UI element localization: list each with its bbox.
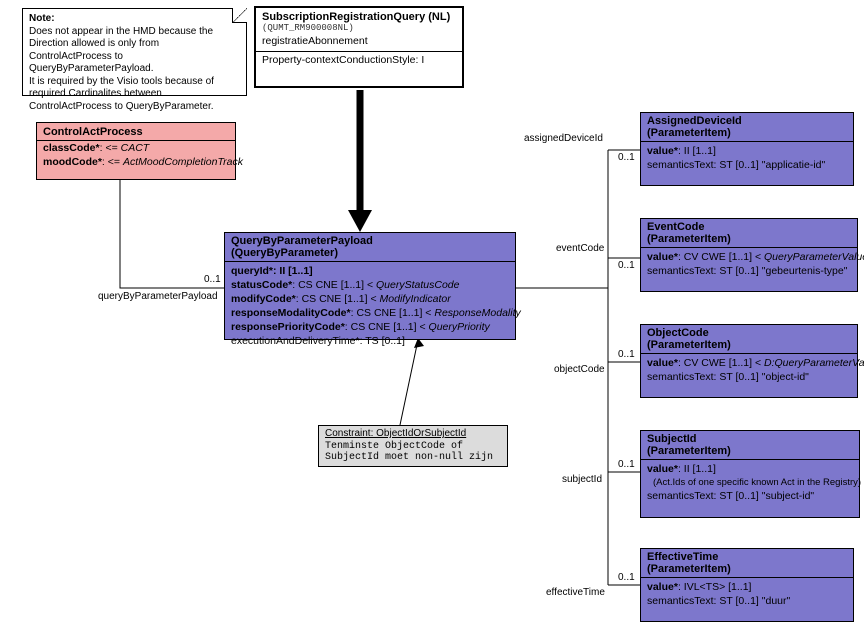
ec-semantics: semanticsText: ST [0..1] "gebeurtenis-ty… [641, 264, 857, 278]
subject-id-box: SubjectId (ParameterItem) value*: II [1.… [640, 430, 860, 518]
root-alias: registratieAbonnement [256, 33, 462, 49]
si-semantics: semanticsText: ST [0..1] "subject-id" [641, 489, 859, 503]
et-assoc-label: effectiveTime [546, 587, 605, 598]
oc-name: ObjectCode [647, 327, 851, 339]
cap-attr-moodcode: moodCode*: <= ActMoodCompletionTrack [37, 155, 235, 169]
qbp-assoc-label: queryByParameterPayload [98, 291, 218, 302]
si-type: (ParameterItem) [647, 445, 853, 457]
et-value: value*: IVL<TS> [1..1] [641, 580, 853, 594]
note-box: Note: Does not appear in the HMD because… [22, 8, 247, 96]
assigned-device-id-box: AssignedDeviceId (ParameterItem) value*:… [640, 112, 854, 186]
ec-name: EventCode [647, 221, 851, 233]
ec-value: value*: CV CWE [1..1] < QueryParameterVa… [641, 250, 857, 264]
ec-assoc-label: eventCode [556, 243, 604, 254]
ec-type: (ParameterItem) [647, 233, 851, 245]
qbp-title: QueryByParameterPayload [231, 235, 509, 247]
effective-time-box: EffectiveTime (ParameterItem) value*: IV… [640, 548, 854, 622]
constraint-body: Tenminste ObjectCode of SubjectId moet n… [319, 439, 507, 467]
qbp-responsemodality: responseModalityCode*: CS CNE [1..1] < R… [225, 306, 515, 320]
qbp-multiplicity: 0..1 [204, 274, 221, 285]
ec-multiplicity: 0..1 [618, 260, 635, 271]
oc-multiplicity: 0..1 [618, 349, 635, 360]
et-type: (ParameterItem) [647, 563, 847, 575]
qbp-responsepriority: responsePriorityCode*: CS CNE [1..1] < Q… [225, 320, 515, 334]
object-code-box: ObjectCode (ParameterItem) value*: CV CW… [640, 324, 858, 398]
adi-type: (ParameterItem) [647, 127, 847, 139]
note-title: Note: [29, 13, 240, 26]
root-class-box: SubscriptionRegistrationQuery (NL) (QUMT… [254, 6, 464, 88]
adi-name: AssignedDeviceId [647, 115, 847, 127]
cap-attr-classcode: classCode*: <= CACT [37, 141, 235, 155]
root-prop: Property-contextConductionStyle: I [256, 52, 462, 68]
si-extra: (Act.Ids of one specific known Act in th… [641, 476, 859, 489]
si-name: SubjectId [647, 433, 853, 445]
constraint-box: Constraint: ObjectIdOrSubjectId Tenminst… [318, 425, 508, 467]
query-by-parameter-payload-box: QueryByParameterPayload (QueryByParamete… [224, 232, 516, 340]
qbp-exectime: executionAndDeliveryTime*: TS [0..1] [225, 334, 515, 348]
oc-assoc-label: objectCode [554, 364, 605, 375]
qbp-subtitle: (QueryByParameter) [231, 247, 509, 259]
adi-multiplicity: 0..1 [618, 152, 635, 163]
root-code: (QUMT_RM900008NL) [256, 23, 462, 33]
qbp-modifycode: modifyCode*: CS CNE [1..1] < ModifyIndic… [225, 292, 515, 306]
cap-title: ControlActProcess [37, 123, 235, 141]
note-body: Does not appear in the HMD because the D… [29, 26, 240, 114]
adi-value: value*: II [1..1] [641, 144, 853, 158]
oc-type: (ParameterItem) [647, 339, 851, 351]
qbp-statuscode: statusCode*: CS CNE [1..1] < QueryStatus… [225, 278, 515, 292]
constraint-title: Constraint: ObjectIdOrSubjectId [319, 426, 507, 439]
si-multiplicity: 0..1 [618, 459, 635, 470]
et-name: EffectiveTime [647, 551, 847, 563]
si-value: value*: II [1..1] [641, 462, 859, 476]
et-semantics: semanticsText: ST [0..1] "duur" [641, 594, 853, 608]
et-multiplicity: 0..1 [618, 572, 635, 583]
si-assoc-label: subjectId [562, 474, 602, 485]
qbp-queryid: queryId*: II [1..1] [225, 264, 515, 278]
event-code-box: EventCode (ParameterItem) value*: CV CWE… [640, 218, 858, 292]
root-title: SubscriptionRegistrationQuery (NL) [256, 8, 462, 23]
oc-semantics: semanticsText: ST [0..1] "object-id" [641, 370, 857, 384]
adi-assoc-label: assignedDeviceId [524, 133, 603, 144]
control-act-process-box: ControlActProcess classCode*: <= CACT mo… [36, 122, 236, 180]
adi-semantics: semanticsText: ST [0..1] "applicatie-id" [641, 158, 853, 172]
oc-value: value*: CV CWE [1..1] < D:QueryParameter… [641, 356, 857, 370]
